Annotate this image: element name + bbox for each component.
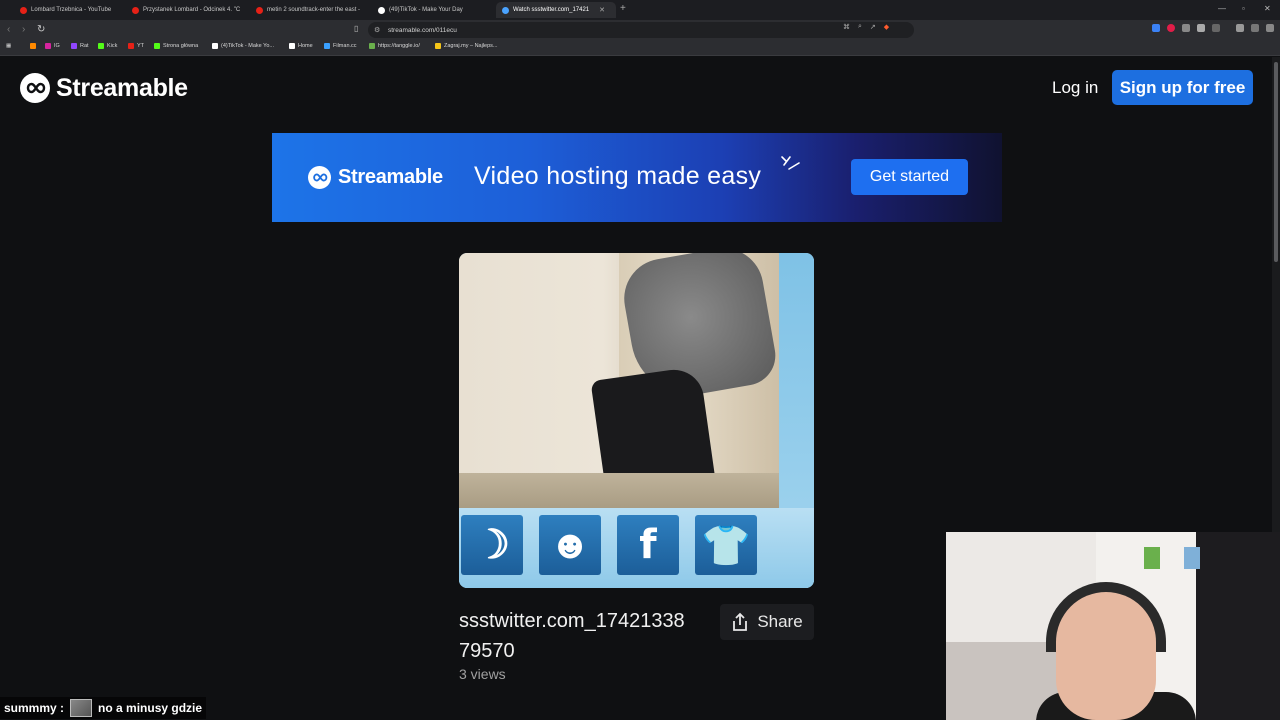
bookmark-item[interactable]: Kick — [98, 43, 117, 49]
bookmark-item[interactable]: YT — [128, 43, 144, 49]
site-logo[interactable]: Streamable — [20, 73, 188, 103]
banner-tagline: Video hosting made easy — [474, 162, 762, 190]
youtube-icon — [256, 6, 263, 14]
bookmark-item[interactable]: Home — [289, 43, 313, 49]
facebook-icon: f — [617, 515, 679, 575]
scrollbar-thumb[interactable] — [1274, 62, 1278, 262]
login-link[interactable]: Log in — [1052, 78, 1098, 98]
tshirt-icon: 👕 — [695, 515, 757, 575]
youtube-icon — [20, 6, 27, 14]
share-icon — [733, 612, 748, 631]
brave-shield-icon[interactable]: ◆ — [884, 23, 889, 31]
bookmark-item[interactable]: Rat — [71, 43, 89, 49]
url-actions: ⌘ ⌕ ↗ ◆ — [843, 23, 889, 31]
browser-tab[interactable]: Przystanek Lombard - Odcinek 4. "C — [126, 2, 246, 18]
site-brand: Streamable — [56, 73, 188, 102]
video-title: ssstwitter.com_17421338 79570 — [459, 610, 685, 662]
bookmark-item[interactable]: Strona główna — [154, 43, 198, 49]
zoom-icon[interactable]: ⌕ — [858, 23, 862, 31]
tab-title: metin 2 soundtrack-enter the east - — [267, 7, 361, 13]
banner-logo: Streamable — [308, 166, 443, 189]
tab-title: (49)TikTok - Make Your Day — [389, 7, 463, 13]
site-info-icon[interactable]: ⚙ — [374, 26, 380, 34]
back-icon[interactable]: ‹ — [7, 24, 10, 35]
new-tab-button[interactable]: + — [620, 3, 626, 14]
bookmark-icon[interactable]: ▯ — [354, 24, 358, 33]
youtube-icon — [132, 6, 139, 14]
browser-tab[interactable]: (49)TikTok - Make Your Day — [372, 2, 492, 18]
forward-icon[interactable]: › — [22, 24, 25, 35]
sparkle-icon — [781, 156, 800, 170]
wallet-icon[interactable] — [1251, 24, 1259, 32]
group-icon: ☻ — [539, 515, 601, 575]
sidebar-icon[interactable] — [1212, 24, 1220, 32]
screen: Lombard Trzebnica - YouTube Przystanek L… — [0, 0, 1280, 720]
reload-icon[interactable]: ↻ — [37, 24, 45, 35]
emote-icon — [70, 699, 93, 717]
restore-button[interactable]: ▫ — [1242, 4, 1245, 13]
address-toolbar: ‹ › ↻ ▯ ⚙ streamable.com/011ecu — [0, 20, 1280, 40]
bookmarks-bar: ▦ IG Rat Kick YT Strona główna (4)TikTok… — [0, 40, 1280, 56]
share-label: Share — [757, 612, 803, 631]
signup-button[interactable]: Sign up for free — [1112, 70, 1253, 105]
apps-icon[interactable]: ▦ — [6, 43, 11, 49]
close-tab-icon[interactable]: ✕ — [599, 6, 605, 14]
browser-tab[interactable]: Lombard Trzebnica - YouTube — [14, 2, 126, 18]
extension-icon[interactable] — [1167, 24, 1175, 32]
url-field[interactable]: ⚙ streamable.com/011ecu — [368, 22, 914, 38]
webcam-overlay — [946, 532, 1280, 720]
minimize-button[interactable]: — — [1218, 4, 1226, 13]
streamable-logo-icon — [308, 166, 331, 189]
chat-message: summmy : no a minusy gdzie — [0, 697, 207, 719]
tab-title: Watch ssstwitter.com_17421 — [513, 7, 590, 13]
bookmark-item[interactable]: (4)TikTok - Make Yo... — [212, 43, 274, 49]
bookmark-item[interactable]: Zagraj.my – Najleps... — [435, 43, 498, 49]
chat-text: no a minusy gdzie — [98, 701, 203, 715]
video-player[interactable]: ☽ ☻ f 👕 — [459, 253, 814, 588]
browser-tab[interactable]: metin 2 soundtrack-enter the east - — [250, 2, 370, 18]
extensions-menu-icon[interactable] — [1197, 24, 1205, 32]
url-text: streamable.com/011ecu — [388, 26, 457, 34]
streamable-logo-icon — [20, 73, 50, 103]
browser-tab-active[interactable]: Watch ssstwitter.com_17421 ✕ — [496, 2, 616, 18]
bookmark-item[interactable]: Filman.cc — [324, 43, 357, 49]
bookmark-item[interactable]: https://tanggle.io/ — [369, 43, 420, 49]
music-icon[interactable] — [1236, 24, 1244, 32]
promo-banner[interactable]: Streamable Video hosting made easy Get s… — [272, 133, 1002, 222]
menu-icon[interactable] — [1266, 24, 1274, 32]
shaman-icon: ☽ — [461, 515, 523, 575]
banner-brand: Streamable — [338, 166, 443, 188]
extension-icon[interactable] — [1182, 24, 1190, 32]
close-window-button[interactable]: ✕ — [1264, 4, 1271, 13]
streamable-favicon — [502, 6, 509, 14]
video-frame — [459, 253, 781, 511]
tab-title: Przystanek Lombard - Odcinek 4. "C — [143, 7, 241, 13]
chat-username: summmy : — [4, 701, 65, 715]
browser-tab-bar: Lombard Trzebnica - YouTube Przystanek L… — [0, 0, 1280, 20]
share-button[interactable]: Share — [720, 604, 814, 640]
translate-icon[interactable]: ⌘ — [843, 23, 850, 31]
extension-icon[interactable] — [1152, 24, 1160, 32]
bookmark-item[interactable] — [30, 43, 39, 49]
view-count: 3 views — [459, 666, 506, 682]
bookmark-item[interactable]: IG — [45, 43, 60, 49]
share-page-icon[interactable]: ↗ — [870, 23, 876, 31]
get-started-button[interactable]: Get started — [851, 159, 968, 195]
tiktok-icon — [378, 6, 385, 14]
tab-title: Lombard Trzebnica - YouTube — [31, 7, 112, 13]
